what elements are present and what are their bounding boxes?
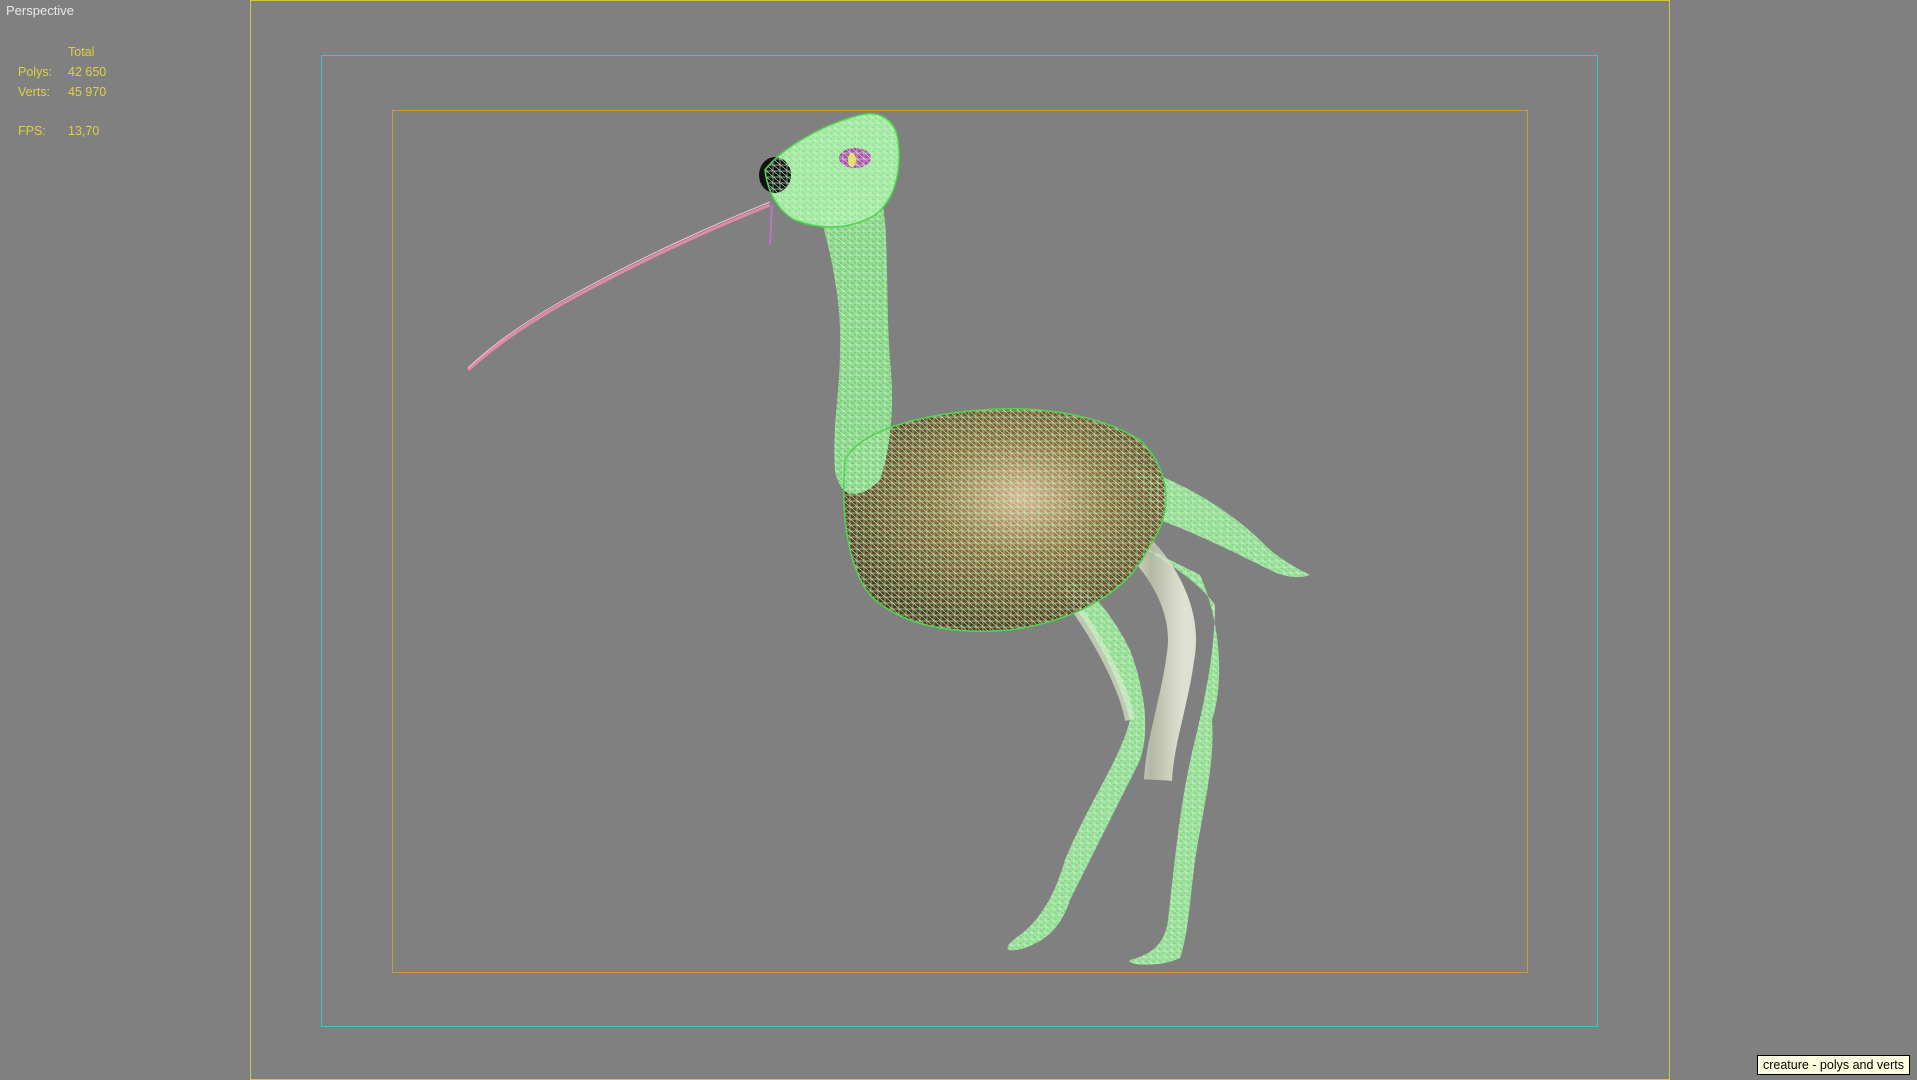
- creature-proboscis: [466, 203, 771, 372]
- creature-wireframe-model[interactable]: [0, 0, 1917, 1080]
- creature-wireframe-mesh: [765, 113, 1310, 965]
- object-tooltip: creature - polys and verts: [1756, 1055, 1910, 1075]
